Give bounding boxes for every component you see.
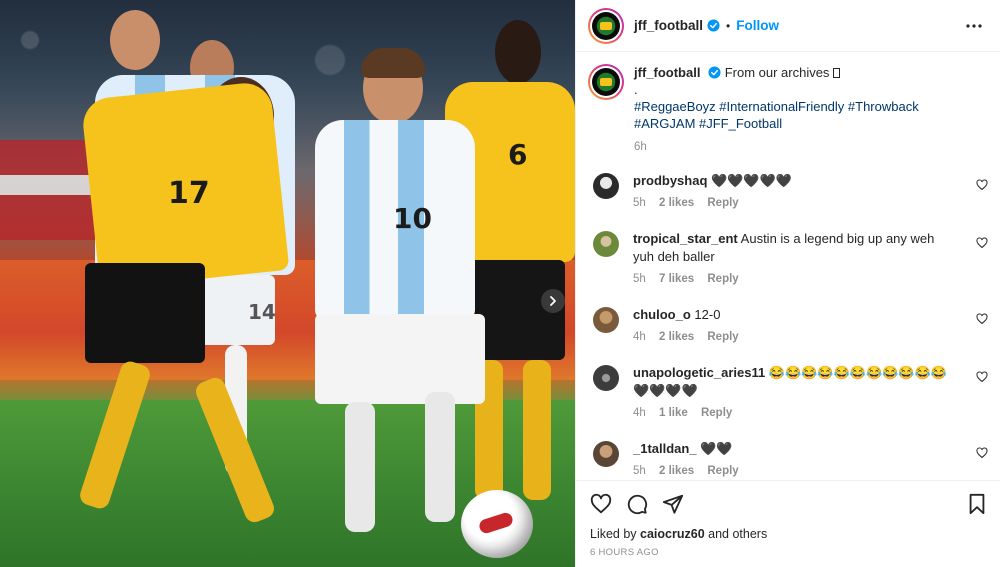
jff-logo-icon xyxy=(592,68,620,96)
reply-button[interactable]: Reply xyxy=(707,331,738,343)
jersey-number-17: 17 xyxy=(168,176,210,211)
comment-username[interactable]: chuloo_o xyxy=(633,307,691,322)
caption-text: From our archives xyxy=(724,65,834,80)
comment-username[interactable]: _1talldan_ xyxy=(633,441,697,456)
liked-by: Liked by caiocruz60 and others xyxy=(576,527,1000,541)
caption-username[interactable]: jff_football xyxy=(634,65,700,80)
header-separator: • xyxy=(726,18,731,33)
comment-time: 4h xyxy=(633,331,646,343)
comment-avatar[interactable] xyxy=(593,173,619,199)
follow-button[interactable]: Follow xyxy=(736,18,779,33)
liked-prefix: Liked by xyxy=(590,527,641,541)
reply-button[interactable]: Reply xyxy=(701,407,732,419)
verified-badge-icon xyxy=(707,19,720,32)
post-side-panel: jff_football • Follow jff_football From … xyxy=(575,0,1000,567)
comment-likes[interactable]: 2 likes xyxy=(659,465,694,477)
heart-icon[interactable] xyxy=(976,447,988,459)
comment-likes[interactable]: 1 like xyxy=(659,407,688,419)
jff-logo-icon xyxy=(592,11,620,40)
caption-dot: . xyxy=(634,82,638,97)
header-username[interactable]: jff_football xyxy=(634,18,703,33)
comment-username[interactable]: unapologetic_aries11 xyxy=(633,365,765,380)
avatar[interactable] xyxy=(588,7,624,44)
post-actions: Liked by caiocruz60 and others 6 HOURS A… xyxy=(576,480,1000,567)
player-argentina-10 xyxy=(305,48,505,552)
carousel-next-button[interactable] xyxy=(541,289,565,313)
heart-icon[interactable] xyxy=(976,371,988,383)
comment-username[interactable]: tropical_star_ent xyxy=(633,231,738,246)
comment-likes[interactable]: 7 likes xyxy=(659,273,694,285)
comment-likes[interactable]: 2 likes xyxy=(659,331,694,343)
comment-time: 5h xyxy=(633,197,646,209)
heart-icon[interactable] xyxy=(976,313,988,325)
caption-glyph-icon xyxy=(833,68,841,78)
post-header: jff_football • Follow xyxy=(576,0,1000,52)
comment-time: 4h xyxy=(633,407,646,419)
reply-button[interactable]: Reply xyxy=(707,197,738,209)
jersey-number-6: 6 xyxy=(508,138,528,171)
comment-text: 🖤🖤 xyxy=(700,441,733,456)
heart-icon[interactable] xyxy=(976,179,988,191)
heart-icon[interactable] xyxy=(976,237,988,249)
jersey-number-10: 10 xyxy=(393,202,432,235)
comment-avatar[interactable] xyxy=(593,231,619,257)
post-photo[interactable]: 14 6 10 17 xyxy=(0,0,575,567)
football xyxy=(461,490,533,558)
comment-time: 5h xyxy=(633,465,646,477)
player-jamaica-17 xyxy=(70,75,330,545)
comment-item: chuloo_o 12-0 4h 2 likes Reply xyxy=(576,306,1000,346)
post-time-ago: 6 HOURS AGO xyxy=(590,547,659,558)
comment-text: 12-0 xyxy=(694,307,721,322)
comment-item: unapologetic_aries11 😂😂😂😂😂😂😂😂😂😂😂🖤🖤🖤🖤 4h … xyxy=(576,364,1000,422)
comment-likes[interactable]: 2 likes xyxy=(659,197,694,209)
comment-item: prodbyshaq 🖤🖤🖤🖤🖤 5h 2 likes Reply xyxy=(576,172,1000,212)
more-options-icon xyxy=(966,24,982,28)
heart-icon[interactable] xyxy=(590,493,612,515)
caption-avatar[interactable] xyxy=(588,64,624,100)
comment-item: tropical_star_ent Austin is a legend big… xyxy=(576,230,1000,288)
share-icon[interactable] xyxy=(662,493,684,515)
bookmark-icon[interactable] xyxy=(966,493,988,515)
liked-suffix[interactable]: and others xyxy=(705,527,767,541)
comment-icon[interactable] xyxy=(626,493,648,515)
comment-avatar[interactable] xyxy=(593,441,619,467)
liked-user[interactable]: caiocruz60 xyxy=(640,527,705,541)
comments-scroll-area[interactable]: jff_football From our archives . #Reggae… xyxy=(576,52,1000,479)
chevron-right-icon xyxy=(550,296,556,306)
comment-avatar[interactable] xyxy=(593,307,619,333)
more-options-button[interactable] xyxy=(962,14,986,38)
comment-avatar[interactable] xyxy=(593,365,619,391)
comment-username[interactable]: prodbyshaq xyxy=(633,173,707,188)
comment-time: 5h xyxy=(633,273,646,285)
reply-button[interactable]: Reply xyxy=(707,465,738,477)
caption-time: 6h xyxy=(634,141,647,153)
post-caption: jff_football From our archives . #Reggae… xyxy=(576,52,1000,156)
comment-text: 🖤🖤🖤🖤🖤 xyxy=(711,173,792,188)
caption-hashtags[interactable]: #ReggaeBoyz #InternationalFriendly #Thro… xyxy=(634,98,974,132)
comment-item: _1talldan_ 🖤🖤 5h 2 likes Reply xyxy=(576,440,1000,479)
verified-badge-icon xyxy=(708,66,721,79)
reply-button[interactable]: Reply xyxy=(707,273,738,285)
